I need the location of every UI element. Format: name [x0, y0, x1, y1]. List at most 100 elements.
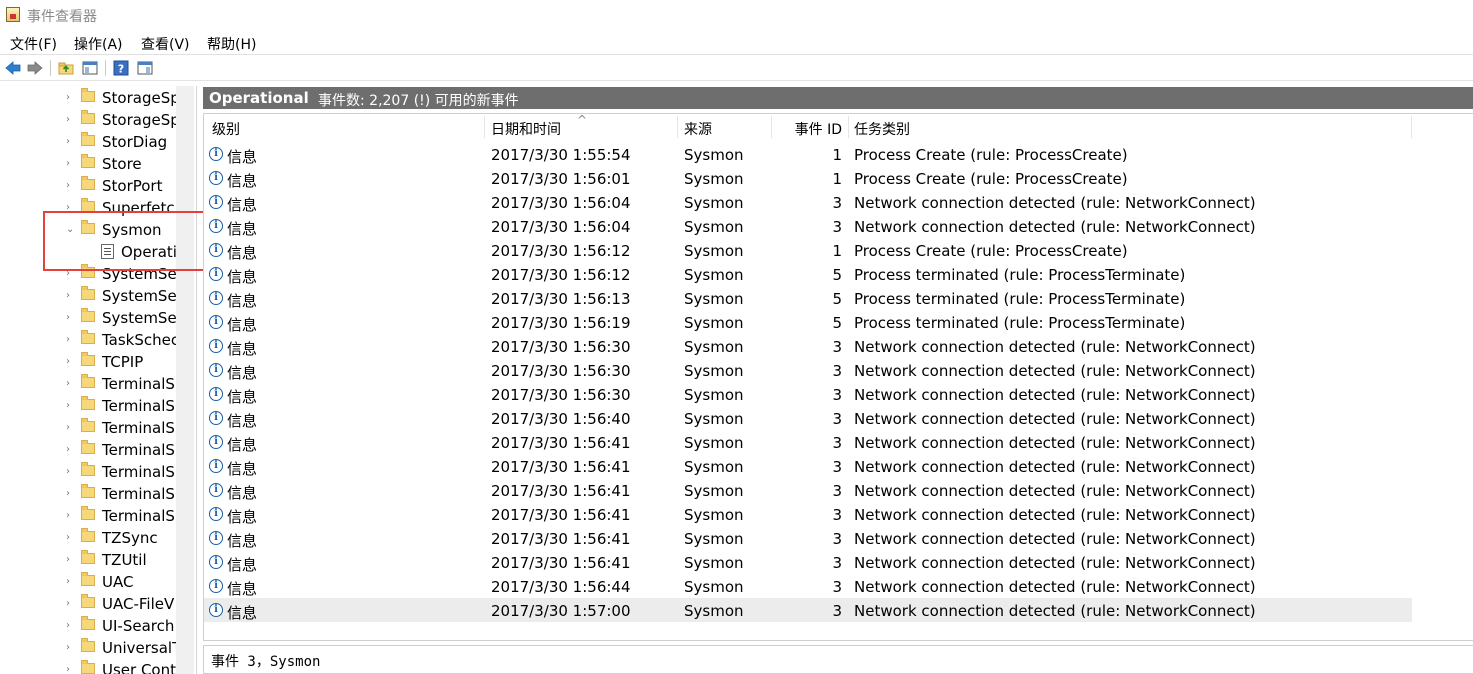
- chevron-right-icon[interactable]: ›: [66, 422, 76, 434]
- chevron-right-icon[interactable]: ›: [66, 378, 76, 390]
- tree-item[interactable]: › User Cont: [0, 659, 176, 674]
- tree-item-operational[interactable]: Operati: [0, 241, 177, 263]
- event-row[interactable]: i 信息 2017/3/30 1:56:30 Sysmon 3 Network conne…: [204, 358, 1412, 382]
- chevron-right-icon[interactable]: ›: [66, 554, 76, 566]
- chevron-right-icon[interactable]: ›: [66, 444, 76, 456]
- tree-item[interactable]: › TZUtil: [0, 549, 176, 571]
- event-row[interactable]: i 信息 2017/3/30 1:56:41 Sysmon 3 Network conne…: [204, 550, 1412, 574]
- event-row[interactable]: i 信息 2017/3/30 1:56:30 Sysmon 3 Network conne…: [204, 382, 1412, 406]
- show-hide-action-pane-icon[interactable]: [136, 59, 154, 77]
- tree-item[interactable]: › TerminalS: [0, 505, 176, 527]
- chevron-right-icon[interactable]: ›: [66, 510, 76, 522]
- event-id: 5: [832, 290, 842, 308]
- chevron-right-icon[interactable]: ›: [66, 92, 76, 104]
- event-row[interactable]: i 信息 2017/3/30 1:56:41 Sysmon 3 Network conne…: [204, 454, 1412, 478]
- chevron-down-icon[interactable]: ⌄: [66, 224, 76, 236]
- tree-item[interactable]: › TerminalS: [0, 439, 176, 461]
- column-separator[interactable]: [484, 116, 485, 138]
- chevron-right-icon[interactable]: ›: [66, 290, 76, 302]
- event-row[interactable]: i 信息 2017/3/30 1:56:01 Sysmon 1 Process Creat…: [204, 166, 1412, 190]
- chevron-right-icon[interactable]: ›: [66, 466, 76, 478]
- chevron-right-icon[interactable]: ›: [66, 400, 76, 412]
- event-row[interactable]: i 信息 2017/3/30 1:56:12 Sysmon 1 Process Creat…: [204, 238, 1412, 262]
- chevron-right-icon[interactable]: ›: [66, 356, 76, 368]
- column-separator[interactable]: [677, 116, 678, 138]
- column-datetime[interactable]: 日期和时间: [491, 119, 561, 139]
- column-task-category[interactable]: 任务类别: [854, 119, 910, 139]
- chevron-right-icon[interactable]: ›: [66, 532, 76, 544]
- tree-item[interactable]: › UniversalT: [0, 637, 181, 659]
- tree-item[interactable]: › StorDiag: [0, 131, 176, 153]
- tree-item[interactable]: › TerminalS: [0, 417, 176, 439]
- event-row[interactable]: i 信息 2017/3/30 1:56:04 Sysmon 3 Network conne…: [204, 214, 1412, 238]
- tree-item[interactable]: › TCPIP: [0, 351, 176, 373]
- show-hide-tree-icon[interactable]: [81, 59, 99, 77]
- back-arrow-icon[interactable]: [4, 59, 22, 77]
- tree-scrollbar[interactable]: [176, 86, 194, 674]
- tree-item[interactable]: › UAC-FileV: [0, 593, 176, 615]
- tree-item-label: UI-Search: [102, 617, 175, 635]
- chevron-right-icon[interactable]: ›: [66, 180, 76, 192]
- tree-item[interactable]: › TerminalS: [0, 461, 176, 483]
- chevron-right-icon[interactable]: ›: [66, 620, 76, 632]
- help-icon[interactable]: ?: [112, 59, 130, 77]
- event-row[interactable]: i 信息 2017/3/30 1:56:40 Sysmon 3 Network conne…: [204, 406, 1412, 430]
- event-list[interactable]: 级别 日期和时间 ^ 来源 事件 ID 任务类别 i 信息 2017/3/30 1:…: [203, 113, 1473, 641]
- up-folder-icon[interactable]: [57, 59, 75, 77]
- chevron-right-icon[interactable]: ›: [66, 158, 76, 170]
- tree-item[interactable]: › StorPort: [0, 175, 176, 197]
- menu-file[interactable]: 文件(F): [10, 34, 57, 54]
- forward-arrow-icon[interactable]: [26, 59, 44, 77]
- event-row[interactable]: i 信息 2017/3/30 1:56:19 Sysmon 5 Process termi…: [204, 310, 1412, 334]
- event-row[interactable]: i 信息 2017/3/30 1:56:12 Sysmon 5 Process termi…: [204, 262, 1412, 286]
- menu-help[interactable]: 帮助(H): [207, 34, 256, 54]
- tree-item[interactable]: › UI-Search: [0, 615, 176, 637]
- chevron-right-icon[interactable]: ›: [66, 642, 76, 654]
- tree-item[interactable]: › TerminalS: [0, 373, 176, 395]
- tree-item[interactable]: › TerminalS: [0, 483, 176, 505]
- tree-item[interactable]: ⌄ Sysmon: [0, 219, 176, 241]
- chevron-right-icon[interactable]: ›: [66, 114, 76, 126]
- tree-item[interactable]: › SystemSe: [0, 307, 177, 329]
- chevron-right-icon[interactable]: ›: [66, 488, 76, 500]
- chevron-right-icon[interactable]: ›: [66, 576, 76, 588]
- tree-item[interactable]: › TerminalS: [0, 395, 176, 417]
- tree-item[interactable]: › SystemSe: [0, 263, 177, 285]
- event-id: 3: [832, 410, 842, 428]
- tree-item[interactable]: › SystemSet: [0, 285, 183, 307]
- event-row[interactable]: i 信息 2017/3/30 1:56:41 Sysmon 3 Network conne…: [204, 478, 1412, 502]
- menu-view[interactable]: 查看(V): [141, 34, 190, 54]
- event-row[interactable]: i 信息 2017/3/30 1:56:04 Sysmon 3 Network conne…: [204, 190, 1412, 214]
- log-tree-panel[interactable]: › StorageSp › StorageSp › StorDiag › Store › Stor…: [0, 86, 197, 674]
- chevron-right-icon[interactable]: ›: [66, 312, 76, 324]
- chevron-right-icon[interactable]: ›: [66, 268, 76, 280]
- tree-item[interactable]: › StorageSp: [0, 87, 180, 109]
- chevron-right-icon[interactable]: ›: [66, 598, 76, 610]
- event-row[interactable]: i 信息 2017/3/30 1:56:41 Sysmon 3 Network conne…: [204, 430, 1412, 454]
- chevron-right-icon[interactable]: ›: [66, 664, 76, 674]
- chevron-right-icon[interactable]: ›: [66, 136, 76, 148]
- tree-item[interactable]: › TZSync: [0, 527, 176, 549]
- event-row[interactable]: i 信息 2017/3/30 1:56:41 Sysmon 3 Network conne…: [204, 526, 1412, 550]
- event-row[interactable]: i 信息 2017/3/30 1:56:30 Sysmon 3 Network conne…: [204, 334, 1412, 358]
- chevron-right-icon[interactable]: ›: [66, 202, 76, 214]
- event-row[interactable]: i 信息 2017/3/30 1:56:41 Sysmon 3 Network conne…: [204, 502, 1412, 526]
- column-source[interactable]: 来源: [684, 119, 712, 139]
- column-event-id[interactable]: 事件 ID: [795, 119, 842, 139]
- tree-item[interactable]: › Superfetc: [0, 197, 176, 219]
- event-row[interactable]: i 信息 2017/3/30 1:56:13 Sysmon 5 Process termi…: [204, 286, 1412, 310]
- event-level: 信息: [227, 556, 258, 574]
- tree-item[interactable]: › TaskSchec: [0, 329, 179, 351]
- column-separator[interactable]: [848, 116, 849, 138]
- column-separator[interactable]: [771, 116, 772, 138]
- chevron-right-icon[interactable]: ›: [66, 334, 76, 346]
- tree-item[interactable]: › Store: [0, 153, 176, 175]
- column-level[interactable]: 级别: [212, 119, 240, 139]
- column-separator[interactable]: [1411, 116, 1412, 138]
- event-row[interactable]: i 信息 2017/3/30 1:57:00 Sysmon 3 Network conne…: [204, 598, 1412, 622]
- event-row[interactable]: i 信息 2017/3/30 1:55:54 Sysmon 1 Process Creat…: [204, 142, 1412, 166]
- tree-item[interactable]: › UAC: [0, 571, 176, 593]
- event-row[interactable]: i 信息 2017/3/30 1:56:44 Sysmon 3 Network conne…: [204, 574, 1412, 598]
- tree-item[interactable]: › StorageSp: [0, 109, 180, 131]
- menu-action[interactable]: 操作(A): [74, 34, 123, 54]
